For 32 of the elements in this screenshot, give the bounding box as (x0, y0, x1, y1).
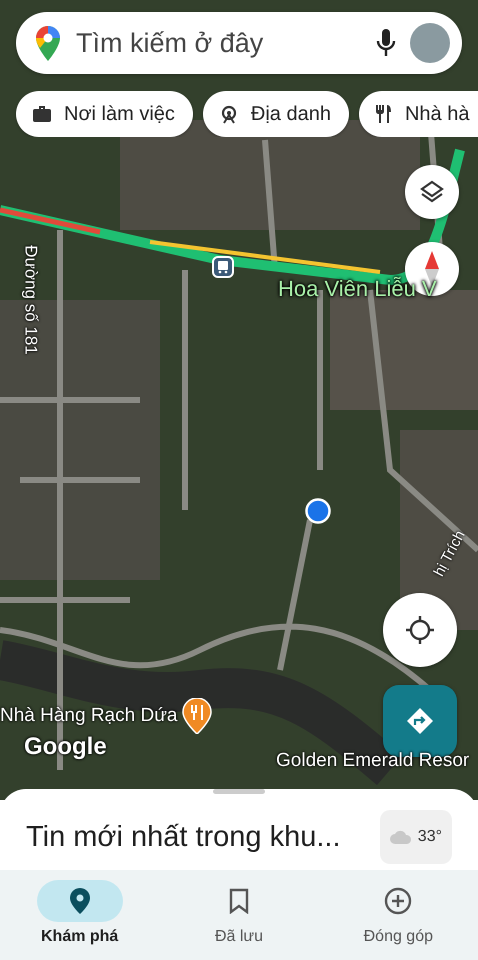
place-label: Nhà Hàng Rạch Dứa (0, 705, 178, 727)
location-pin-icon (70, 888, 90, 914)
nav-tab[interactable]: Đã lưu (168, 880, 309, 946)
plus-circle-icon (384, 887, 412, 915)
street-label: Đường số 181 (20, 245, 41, 355)
cloud-icon (390, 830, 412, 844)
restaurant-marker-icon (182, 698, 212, 734)
weather-chip[interactable]: 33° (380, 810, 452, 864)
drag-handle[interactable] (213, 789, 265, 794)
layers-icon (419, 179, 445, 205)
search-bar[interactable]: Tìm kiếm ở đây (16, 12, 462, 74)
street-label: hị Trích (430, 528, 469, 580)
fork-knife-icon (374, 104, 393, 124)
place-label: Golden Emerald Resor (276, 750, 470, 772)
category-chip[interactable]: Nơi làm việc (16, 91, 193, 137)
maps-pin-icon (36, 26, 60, 60)
bookmark-icon (228, 888, 249, 914)
avatar[interactable] (410, 23, 450, 63)
current-location-dot (305, 498, 331, 524)
nav-tab[interactable]: Khám phá (10, 880, 150, 946)
search-field[interactable]: Tìm kiếm ở đây (74, 26, 362, 60)
place-label: Hoa Viên Liễu V (278, 276, 437, 302)
crosshair-icon (405, 615, 435, 645)
sheet-title: Tin mới nhất trong khu... (26, 820, 341, 854)
directions-icon (406, 707, 434, 735)
bus-stop-icon (212, 256, 234, 278)
map-logo-text: Google (24, 733, 107, 761)
category-chip[interactable]: Nhà hà (358, 91, 478, 137)
briefcase-icon (32, 105, 52, 123)
category-chip[interactable]: Địa danh (202, 91, 349, 137)
microphone-icon[interactable] (376, 29, 396, 57)
nav-tab[interactable]: Đóng góp (328, 880, 468, 946)
